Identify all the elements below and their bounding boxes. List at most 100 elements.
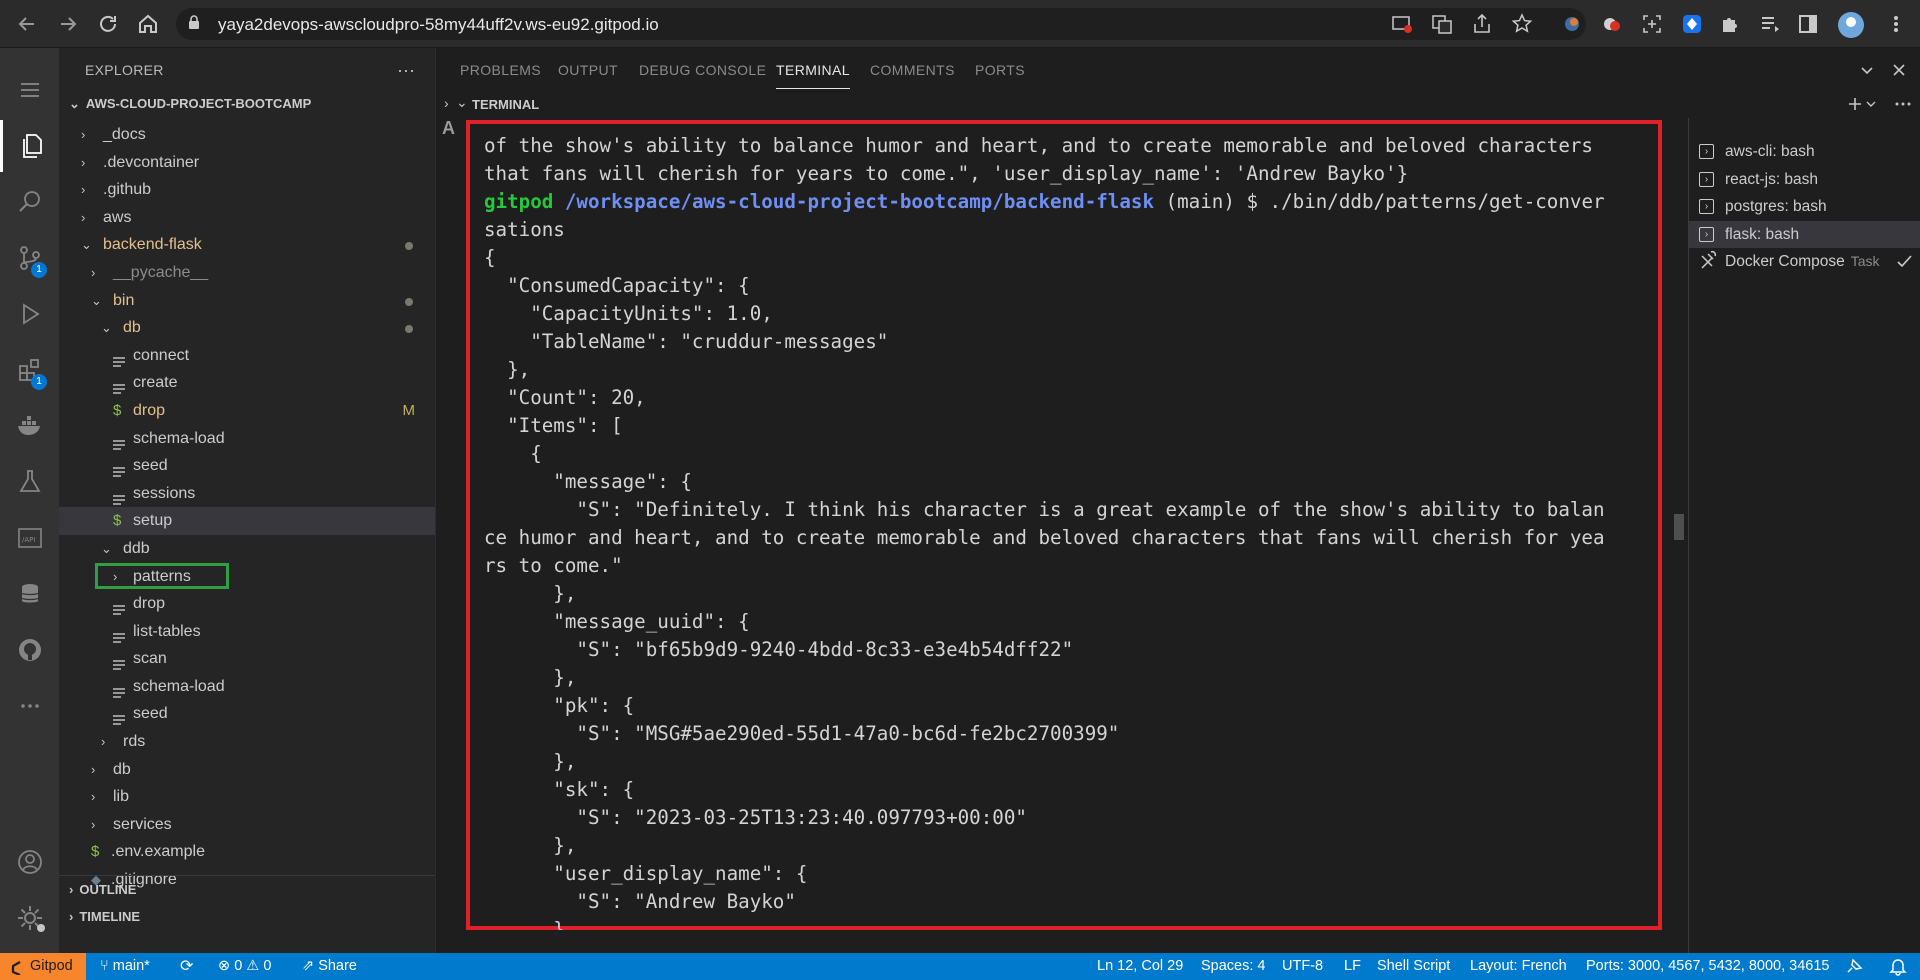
blocked-popup-icon[interactable] [1390, 12, 1416, 38]
tree-file-seed[interactable]: seed [59, 452, 435, 480]
ports-item[interactable]: Ports: 3000, 4567, 5432, 8000, 34615 [1586, 958, 1829, 974]
tree-folder-github[interactable]: › .github [59, 176, 435, 204]
tab-ports[interactable]: PORTS [975, 62, 1025, 78]
api-icon[interactable]: /API [0, 512, 59, 564]
terminal-docker-compose[interactable]: Docker Compose Task [1689, 248, 1920, 276]
tab-comments[interactable]: COMMENTS [870, 62, 955, 78]
tree-file-drop-modified[interactable]: $ drop M [59, 397, 435, 425]
extension-3-icon[interactable] [1680, 12, 1706, 38]
activity-bar: 1 1 /API [0, 48, 59, 953]
tree-file-connect[interactable]: connect [59, 342, 435, 370]
indentation[interactable]: Spaces: 4 [1201, 958, 1266, 974]
tab-problems[interactable]: PROBLEMS [460, 62, 541, 78]
chevron-down-icon[interactable]: ⌄ [456, 94, 468, 111]
media-queue-icon[interactable] [1758, 12, 1784, 38]
language-mode[interactable]: Shell Script [1377, 958, 1450, 974]
share-item[interactable]: ⇗ Share [302, 958, 357, 974]
source-control-icon[interactable]: 1 [0, 232, 59, 284]
problems-item[interactable]: ⊗ 0 ⚠ 0 [218, 958, 271, 974]
extension-2-icon[interactable] [1600, 12, 1626, 38]
tree-folder-services[interactable]: › services [59, 811, 435, 839]
screenshot-icon[interactable] [1640, 12, 1666, 38]
tree-file-setup[interactable]: $ setup [59, 507, 435, 535]
outline-section[interactable]: › OUTLINE [59, 875, 435, 903]
back-icon[interactable] [14, 11, 40, 37]
share-page-icon[interactable] [1470, 12, 1496, 38]
tree-folder-devcontainer[interactable]: › .devcontainer [59, 149, 435, 177]
hamburger-menu-icon[interactable] [0, 64, 59, 116]
gitpod-button[interactable]: Gitpod [0, 953, 86, 980]
terminal-scrollbar[interactable] [1674, 514, 1684, 540]
new-terminal-icon[interactable] [1847, 94, 1881, 119]
chevron-right-icon: › [81, 154, 86, 170]
tree-folder-ddb[interactable]: ⌄ ddb [59, 535, 435, 563]
reload-icon[interactable] [95, 11, 121, 37]
terminal-title: TERMINAL [472, 97, 540, 112]
branch-item[interactable]: ⑂ main* [100, 958, 150, 974]
sync-icon[interactable]: ⟳ [180, 956, 193, 976]
maximize-panel-icon[interactable] [1857, 60, 1877, 85]
translate-icon[interactable] [1430, 12, 1456, 38]
tree-file-create[interactable]: create [59, 369, 435, 397]
tree-folder-rds[interactable]: › rds [59, 728, 435, 756]
browser-menu-icon[interactable] [1884, 12, 1910, 38]
terminal-postgres[interactable]: › postgres: bash [1689, 193, 1920, 221]
testing-flask-icon[interactable] [0, 456, 59, 508]
extensions-icon[interactable]: 1 [0, 344, 59, 396]
explorer-more-actions-icon[interactable]: ··· [397, 48, 415, 92]
chevron-right-icon[interactable]: › [444, 95, 449, 111]
tree-folder-aws[interactable]: › aws [59, 204, 435, 232]
notifications-bell-icon[interactable] [1888, 956, 1908, 980]
accounts-icon[interactable] [0, 836, 59, 888]
side-panel-icon[interactable] [1796, 12, 1822, 38]
keyboard-layout[interactable]: Layout: French [1470, 958, 1567, 974]
encoding[interactable]: UTF-8 [1282, 958, 1323, 974]
tree-file-scan[interactable]: scan [59, 645, 435, 673]
cursor-position[interactable]: Ln 12, Col 29 [1097, 958, 1183, 974]
tree-file-schema-load[interactable]: schema-load [59, 425, 435, 453]
feedback-icon[interactable] [1845, 956, 1865, 980]
tree-file-env-example[interactable]: $ .env.example [59, 838, 435, 866]
tree-file-ddb-schema-load[interactable]: schema-load [59, 673, 435, 701]
tree-folder-lib[interactable]: › lib [59, 783, 435, 811]
tree-label: aws [103, 208, 132, 226]
tree-folder-patterns[interactable]: › patterns [59, 562, 435, 591]
profile-avatar-icon[interactable] [1836, 10, 1866, 40]
database-icon[interactable] [0, 568, 59, 620]
run-debug-icon[interactable] [0, 288, 59, 340]
bookmark-star-icon[interactable] [1510, 12, 1536, 38]
terminal-more-icon[interactable] [1893, 94, 1913, 119]
tree-folder-docs[interactable]: › _docs [59, 121, 435, 149]
tree-folder-backend-flask[interactable]: ⌄ backend-flask [59, 231, 435, 259]
terminal-output-highlighted[interactable]: of the show's ability to balance humor a… [466, 120, 1662, 930]
home-icon[interactable] [135, 11, 161, 37]
terminal-react-js[interactable]: › react-js: bash [1689, 166, 1920, 194]
tab-terminal[interactable]: TERMINAL [776, 62, 850, 89]
tree-folder-db-root[interactable]: › db [59, 756, 435, 784]
github-icon[interactable] [0, 624, 59, 676]
tree-file-sessions[interactable]: sessions [59, 480, 435, 508]
extensions-puzzle-icon[interactable] [1718, 12, 1744, 38]
project-root[interactable]: ⌄ AWS-CLOUD-PROJECT-BOOTCAMP [59, 92, 435, 116]
tree-file-ddb-drop[interactable]: drop [59, 590, 435, 618]
timeline-section[interactable]: › TIMELINE [59, 903, 435, 931]
tab-output[interactable]: OUTPUT [558, 62, 618, 78]
tab-debug-console[interactable]: DEBUG CONSOLE [639, 62, 766, 78]
address-bar[interactable]: yaya2devops-awscloudpro-58my44uff2v.ws-e… [176, 8, 1586, 40]
explorer-icon[interactable] [0, 120, 62, 172]
tree-file-list-tables[interactable]: list-tables [59, 618, 435, 646]
tree-folder-bin[interactable]: ⌄ bin [59, 287, 435, 315]
search-icon[interactable] [0, 176, 59, 228]
tree-folder-db[interactable]: ⌄ db [59, 314, 435, 342]
settings-gear-icon[interactable] [0, 892, 59, 944]
terminal-aws-cli[interactable]: › aws-cli: bash [1689, 138, 1920, 166]
more-views-icon[interactable] [0, 680, 59, 732]
close-panel-icon[interactable] [1889, 60, 1909, 85]
terminal-flask[interactable]: › flask: bash [1689, 220, 1920, 249]
forward-icon[interactable] [55, 11, 81, 37]
tree-folder-pycache[interactable]: › __pycache__ [59, 259, 435, 287]
tree-file-ddb-seed[interactable]: seed [59, 700, 435, 728]
docker-icon[interactable] [0, 400, 59, 452]
end-of-line[interactable]: LF [1344, 958, 1361, 974]
extension-1-icon[interactable] [1560, 12, 1586, 38]
